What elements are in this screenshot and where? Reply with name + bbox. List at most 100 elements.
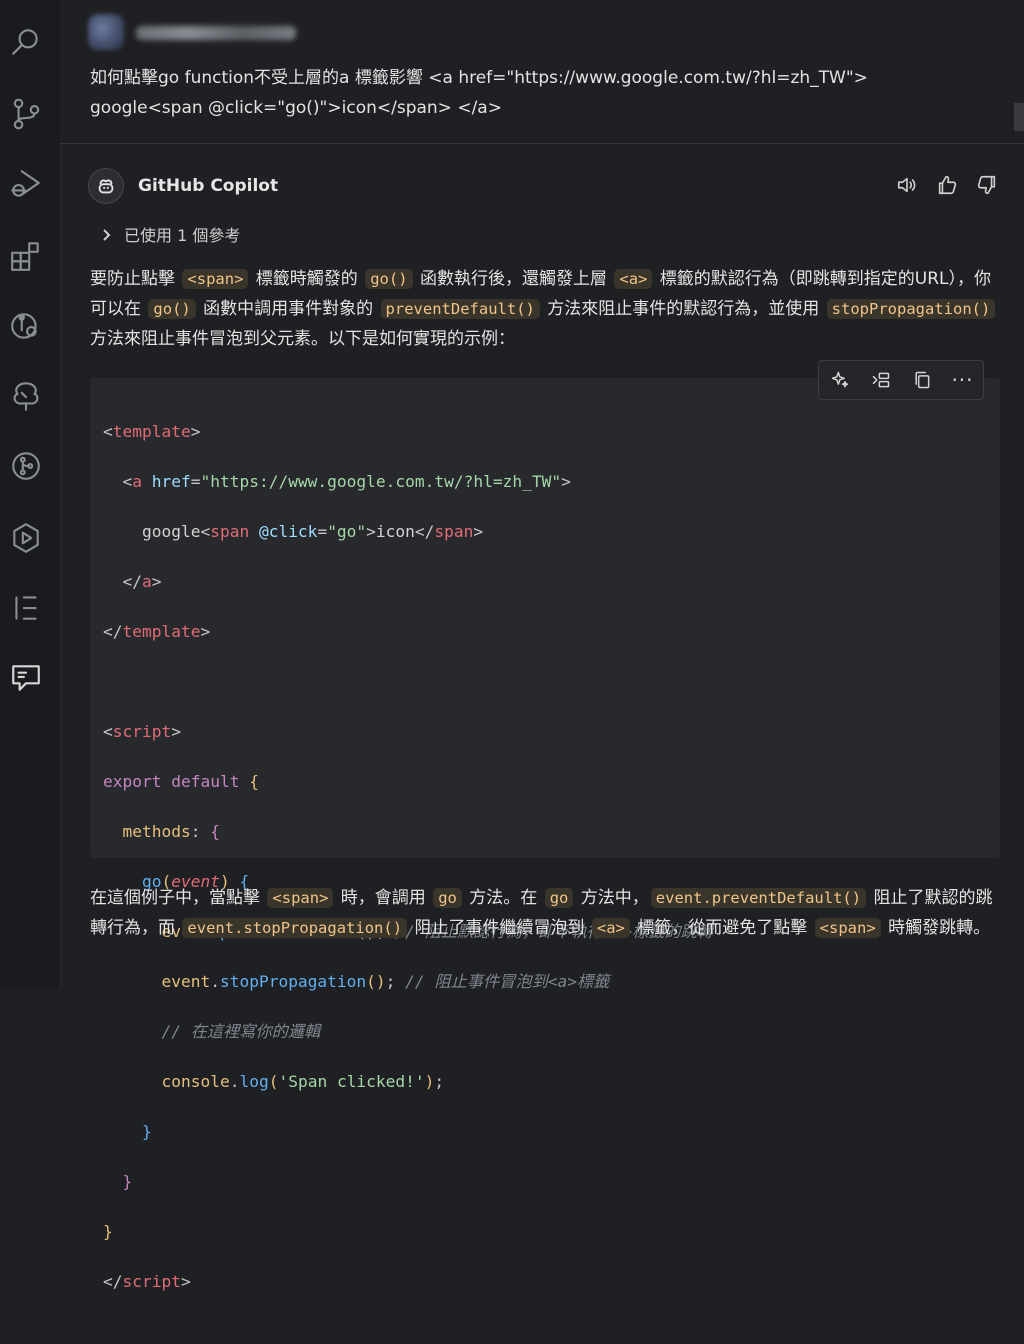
inline-code: go() [148, 299, 196, 319]
code-token: a [132, 472, 142, 491]
inline-code: <a> [591, 918, 630, 938]
elementor-icon[interactable] [6, 588, 46, 628]
scrollbar-thumb[interactable] [1014, 103, 1024, 131]
intro-text: 函數執行後，還觸發上層 [414, 269, 613, 289]
code-token: icon [375, 522, 415, 541]
message-actions [894, 172, 1000, 198]
copilot-header: GitHub Copilot [88, 168, 278, 204]
inline-code: <a> [614, 269, 653, 289]
code-line: } [141, 1122, 152, 1141]
user-question-line2: google<span @click="go()">icon</span> </… [90, 98, 502, 118]
code-block: ··· <template> <a href="https://www.goog… [90, 360, 1000, 1291]
insert-icon[interactable] [867, 366, 895, 394]
code-token: @click [258, 522, 318, 541]
chat-panel: 如何點擊go function不受上層的a 標籤影響 <a href="http… [60, 0, 1024, 1291]
intro-text: 標籤時觸發的 [250, 269, 364, 289]
outro-text: 阻止了事件繼續冒泡到 [409, 918, 590, 938]
intro-text: 方法來阻止事件的默認行為，並使用 [541, 299, 825, 319]
sparkle-icon[interactable] [826, 366, 854, 394]
play-circle-icon[interactable] [6, 518, 46, 558]
inline-code: go() [365, 269, 413, 289]
outro-text: 標籤，從而避免了點擊 [631, 918, 813, 938]
code-token: default [171, 772, 240, 791]
inline-code: <span> [267, 888, 334, 908]
code-token: template [112, 422, 191, 441]
code-line: } [122, 1172, 133, 1191]
outro-text: 方法中， [575, 888, 649, 908]
speaker-icon[interactable] [894, 172, 920, 198]
user-name-redacted [136, 26, 296, 40]
inline-code: event.preventDefault() [650, 888, 867, 908]
intro-paragraph: 要防止點擊 <span> 標籤時觸發的 go() 函數執行後，還觸發上層 <a>… [90, 264, 1004, 354]
intro-text: 要防止點擊 [90, 269, 181, 289]
code-token: href [151, 472, 191, 491]
tree-icon[interactable] [6, 376, 46, 416]
git-graph-icon[interactable] [6, 446, 46, 486]
inline-code: stopPropagation() [826, 299, 996, 319]
copy-icon[interactable] [908, 366, 936, 394]
intro-text: 函數中調用事件對象的 [197, 299, 379, 319]
code-token: methods [122, 822, 191, 841]
code-line: <template> [103, 422, 201, 441]
search-icon[interactable] [6, 22, 46, 62]
inline-code: <span> [814, 918, 881, 938]
code-toolbar: ··· [818, 360, 984, 400]
code-token: "https://www.google.com.tw/?hl=zh_TW" [200, 472, 562, 491]
code-token: script [112, 722, 172, 741]
user-message: 如何點擊go function不受上層的a 標籤影響 <a href="http… [60, 0, 1024, 143]
code-comment: // 阻止事件冒泡到<a>標籤 [405, 972, 610, 991]
copilot-icon [98, 179, 114, 194]
inline-code: <span> [182, 269, 249, 289]
extensions-icon[interactable] [6, 236, 46, 276]
outro-text: 方法。在 [463, 888, 543, 908]
run-debug-icon[interactable] [6, 164, 46, 204]
code-line: // 在這裡寫你的邏輯 [103, 1019, 713, 1044]
code-token: stopPropagation [219, 972, 367, 991]
chat-icon[interactable] [6, 658, 46, 698]
code-token: script [122, 1272, 181, 1291]
activity-bar [0, 0, 61, 987]
inline-code: preventDefault() [380, 299, 540, 319]
code-line: google<span @click="go">icon</span> [141, 522, 484, 541]
code-token: log [239, 1072, 269, 1091]
intro-text: 方法來阻止事件冒泡到父元素。以下是如何實現的示例： [90, 329, 515, 349]
thumbs-up-icon[interactable] [934, 172, 960, 198]
more-icon[interactable]: ··· [949, 366, 977, 394]
code-line: export default { [103, 772, 259, 791]
references-toggle[interactable]: 已使用 1 個參考 [100, 222, 240, 246]
code-line: } [103, 1222, 113, 1241]
code-token: template [122, 622, 201, 641]
references-label: 已使用 1 個參考 [124, 226, 241, 245]
thumbs-down-icon[interactable] [974, 172, 1000, 198]
outro-paragraph: 在這個例子中，當點擊 <span> 時，會調用 go 方法。在 go 方法中， e… [90, 883, 1004, 943]
message-divider [60, 143, 1024, 144]
user-avatar [88, 14, 124, 50]
code-content: <template> <a href="https://www.google.c… [103, 394, 713, 1344]
code-line: </script> [103, 1272, 191, 1291]
code-line: <a href="https://www.google.com.tw/?hl=z… [122, 472, 571, 491]
code-line: </a> [122, 572, 162, 591]
code-token: event [161, 972, 211, 991]
code-line: <script> [103, 722, 181, 741]
inline-code: event.stopPropagation() [182, 918, 408, 938]
outro-text: 時觸發跳轉。 [882, 918, 991, 938]
code-token: export [103, 772, 162, 791]
inline-code: go [433, 888, 462, 908]
code-line: methods: { [122, 822, 220, 841]
code-token: console [161, 1072, 230, 1091]
remote-explorer-icon[interactable] [6, 306, 46, 346]
code-comment: // 在這裡寫你的邏輯 [161, 1022, 321, 1041]
user-question-line1: 如何點擊go function不受上層的a 標籤影響 <a href="http… [90, 68, 868, 88]
code-token: google [141, 522, 201, 541]
inline-code: go [544, 888, 574, 908]
user-question: 如何點擊go function不受上層的a 標籤影響 <a href="http… [90, 63, 970, 123]
code-line: event.stopPropagation(); // 阻止事件冒泡到<a>標籤 [161, 972, 610, 991]
copilot-avatar [88, 168, 124, 204]
copilot-name: GitHub Copilot [138, 176, 279, 196]
code-token: span [210, 522, 250, 541]
chevron-right-icon [100, 227, 114, 241]
code-line: </template> [103, 622, 211, 641]
code-token: "go" [327, 522, 367, 541]
source-control-icon[interactable] [6, 94, 46, 134]
